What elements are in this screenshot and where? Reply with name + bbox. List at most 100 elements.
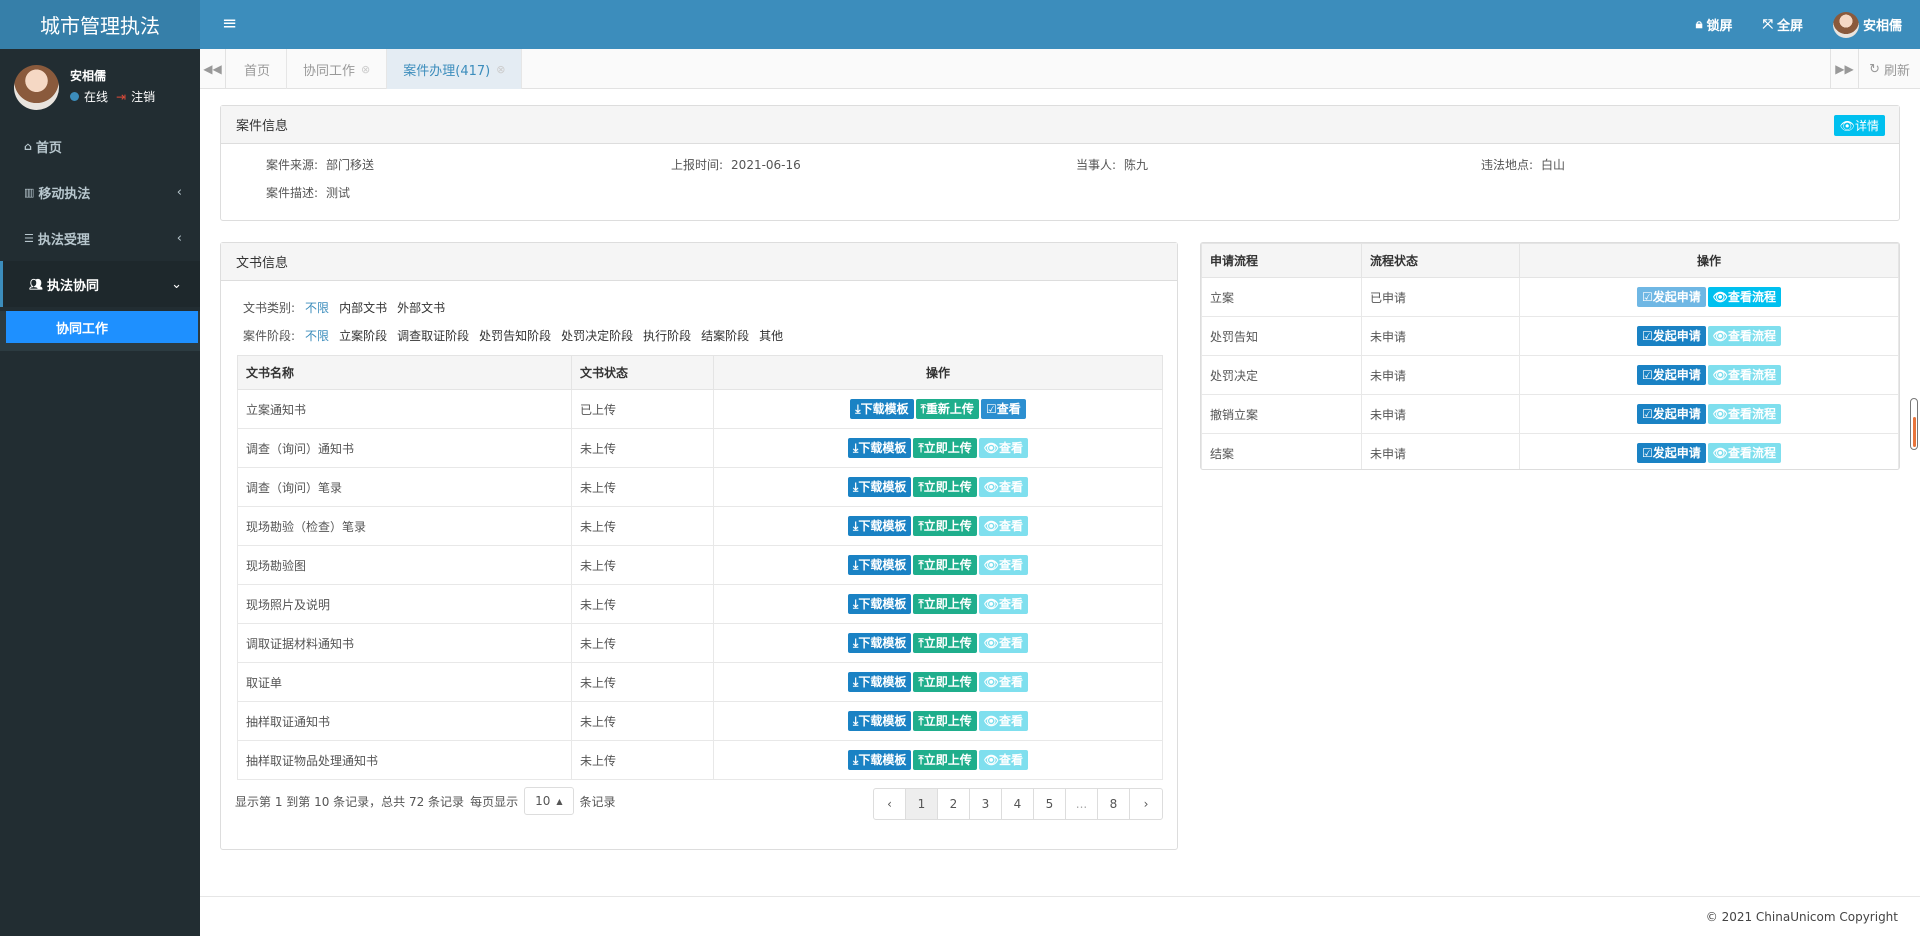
page-button[interactable]: ... xyxy=(1066,789,1098,819)
stage-option[interactable]: 立案阶段 xyxy=(339,327,387,344)
detail-button[interactable]: 👁︎详情 xyxy=(1833,115,1885,136)
doc-name: 调查（询问）笔录 xyxy=(237,467,572,507)
sidebar-item-collab-work[interactable]: 协同工作 xyxy=(6,311,198,343)
doc-name: 抽样取证通知书 xyxy=(237,701,572,741)
page-button[interactable]: 2 xyxy=(938,789,970,819)
download-template-button[interactable]: ⤓下载模板 xyxy=(848,750,912,770)
view-button[interactable]: 👁︎查看 xyxy=(978,438,1028,458)
upload-button[interactable]: ⤒立即上传 xyxy=(913,516,977,536)
page-button[interactable]: 8 xyxy=(1098,789,1130,819)
stage-option[interactable]: 处罚决定阶段 xyxy=(561,327,633,344)
view-button[interactable]: 👁︎查看 xyxy=(978,633,1028,653)
sidebar-item-mobile-enforcement[interactable]: ▥ 移动执法 ‹ xyxy=(0,169,200,215)
stage-option[interactable]: 结案阶段 xyxy=(701,327,749,344)
page-button[interactable]: 1 xyxy=(906,789,938,819)
apply-button[interactable]: ☑发起申请 xyxy=(1636,404,1706,424)
online-dot-icon xyxy=(70,92,79,101)
fullscreen-button[interactable]: ⤧ 全屏 xyxy=(1763,15,1803,34)
download-template-button[interactable]: ⤓下载模板 xyxy=(850,399,914,419)
table-row: 取证单 未上传 ⤓下载模板 ⤒立即上传 👁︎查看 xyxy=(237,662,1163,702)
eye-icon: 👁︎ xyxy=(983,519,999,533)
download-template-button[interactable]: ⤓下载模板 xyxy=(848,516,912,536)
doc-status: 未上传 xyxy=(571,545,714,585)
view-button[interactable]: 👁︎查看 xyxy=(978,750,1028,770)
doc-table-body: 立案通知书 已上传 ⤓下载模板 ⤒重新上传 ☑查看 调查（询问）通知书 未上传 ⤓下载模板 ⤒立… xyxy=(237,389,1163,780)
lock-screen-button[interactable]: 🔒︎ 锁屏 xyxy=(1696,15,1733,34)
category-option[interactable]: 内部文书 xyxy=(339,299,387,316)
stage-option[interactable]: 执行阶段 xyxy=(643,327,691,344)
download-template-button[interactable]: ⤓下载模板 xyxy=(848,594,912,614)
close-icon[interactable]: ⊗ xyxy=(361,63,370,76)
view-button[interactable]: ☑查看 xyxy=(980,399,1026,419)
col-flow-status: 流程状态 xyxy=(1361,243,1520,278)
page-button[interactable]: 3 xyxy=(970,789,1002,819)
brand-logo[interactable]: 城市管理执法 xyxy=(0,0,200,49)
view-button[interactable]: 👁︎查看 xyxy=(978,672,1028,692)
sidebar-item-enforcement-collab[interactable]: 👥︎ 执法协同 ⌄ xyxy=(0,261,200,307)
tab-case-handling[interactable]: 案件办理(417) ⊗ xyxy=(387,49,523,89)
eye-icon: 👁︎ xyxy=(983,714,999,728)
user-menu[interactable]: 安相儒 xyxy=(1832,11,1902,38)
upload-button[interactable]: ⤒立即上传 xyxy=(913,711,977,731)
upload-button[interactable]: ⤒重新上传 xyxy=(915,399,979,419)
tab-home[interactable]: 首页 xyxy=(228,49,288,89)
apply-button[interactable]: ☑发起申请 xyxy=(1636,443,1706,463)
doc-table: 文书名称 文书状态 操作 立案通知书 已上传 ⤓下载模板 ⤒重新上传 ☑查看 调查（询问）… xyxy=(237,355,1163,780)
upload-button[interactable]: ⤒立即上传 xyxy=(913,672,977,692)
apply-button[interactable]: ☑发起申请 xyxy=(1636,365,1706,385)
stage-option[interactable]: 调查取证阶段 xyxy=(397,327,469,344)
download-template-button[interactable]: ⤓下载模板 xyxy=(848,477,912,497)
sidebar-item-home[interactable]: ⌂ 首页 xyxy=(0,123,200,169)
tab-collab-work[interactable]: 协同工作 ⊗ xyxy=(287,49,388,89)
view-button[interactable]: 👁︎查看 xyxy=(978,477,1028,497)
menu-toggle-icon[interactable]: ≡ xyxy=(222,13,237,34)
tab-scroll-right-icon[interactable]: ▶▶ xyxy=(1830,49,1858,89)
flow-table-body: 立案 已申请 ☑发起申请 👁︎查看流程 处罚告知 未申请 ☑发起申请 👁︎查看流程 处罚决定 未申… xyxy=(1201,277,1899,469)
view-flow-button[interactable]: 👁︎查看流程 xyxy=(1707,326,1782,346)
stage-option[interactable]: 不限 xyxy=(305,327,329,344)
prev-page-button[interactable]: ‹ xyxy=(874,789,906,819)
download-template-button[interactable]: ⤓下载模板 xyxy=(848,438,912,458)
view-button[interactable]: 👁︎查看 xyxy=(978,516,1028,536)
close-icon[interactable]: ⊗ xyxy=(496,63,505,76)
view-flow-button[interactable]: 👁︎查看流程 xyxy=(1707,443,1782,463)
download-template-button[interactable]: ⤓下载模板 xyxy=(848,633,912,653)
category-option[interactable]: 不限 xyxy=(305,299,329,316)
download-template-button[interactable]: ⤓下载模板 xyxy=(848,555,912,575)
apply-button[interactable]: ☑发起申请 xyxy=(1636,326,1706,346)
download-template-button[interactable]: ⤓下载模板 xyxy=(848,672,912,692)
doc-name: 现场勘验图 xyxy=(237,545,572,585)
flow-status: 未申请 xyxy=(1361,433,1520,469)
download-template-button[interactable]: ⤓下载模板 xyxy=(848,711,912,731)
col-doc-name[interactable]: 文书名称 xyxy=(237,355,572,390)
view-flow-button[interactable]: 👁︎查看流程 xyxy=(1707,404,1782,424)
upload-button[interactable]: ⤒立即上传 xyxy=(913,555,977,575)
logout-link[interactable]: ⇥ 注销 xyxy=(116,88,155,105)
sidebar-item-enforcement-accept[interactable]: ☰ 执法受理 ‹ xyxy=(0,215,200,261)
page-button[interactable]: 5 xyxy=(1034,789,1066,819)
page-size-select[interactable]: 10 ▲ xyxy=(524,787,574,815)
category-option[interactable]: 外部文书 xyxy=(397,299,445,316)
refresh-button[interactable]: ↻ 刷新 xyxy=(1858,49,1920,89)
view-button[interactable]: 👁︎查看 xyxy=(978,555,1028,575)
apply-button[interactable]: ☑发起申请 xyxy=(1636,287,1706,307)
stage-option[interactable]: 其他 xyxy=(759,327,783,344)
upload-button[interactable]: ⤒立即上传 xyxy=(913,477,977,497)
upload-button[interactable]: ⤒立即上传 xyxy=(913,594,977,614)
view-button[interactable]: 👁︎查看 xyxy=(978,711,1028,731)
tab-scroll-left-icon[interactable]: ◀◀ xyxy=(200,49,226,89)
next-page-button[interactable]: › xyxy=(1130,789,1162,819)
stage-option[interactable]: 处罚告知阶段 xyxy=(479,327,551,344)
eye-icon: 👁︎ xyxy=(1712,407,1728,421)
doc-name: 抽样取证物品处理通知书 xyxy=(237,740,572,780)
view-flow-button[interactable]: 👁︎查看流程 xyxy=(1707,365,1782,385)
upload-button[interactable]: ⤒立即上传 xyxy=(913,438,977,458)
upload-button[interactable]: ⤒立即上传 xyxy=(913,633,977,653)
view-button[interactable]: 👁︎查看 xyxy=(978,594,1028,614)
view-flow-button[interactable]: 👁︎查看流程 xyxy=(1707,287,1782,307)
eye-icon: 👁︎ xyxy=(983,441,999,455)
col-doc-status[interactable]: 文书状态 xyxy=(571,355,714,390)
page-button[interactable]: 4 xyxy=(1002,789,1034,819)
scroll-handle[interactable] xyxy=(1910,398,1918,450)
upload-button[interactable]: ⤒立即上传 xyxy=(913,750,977,770)
